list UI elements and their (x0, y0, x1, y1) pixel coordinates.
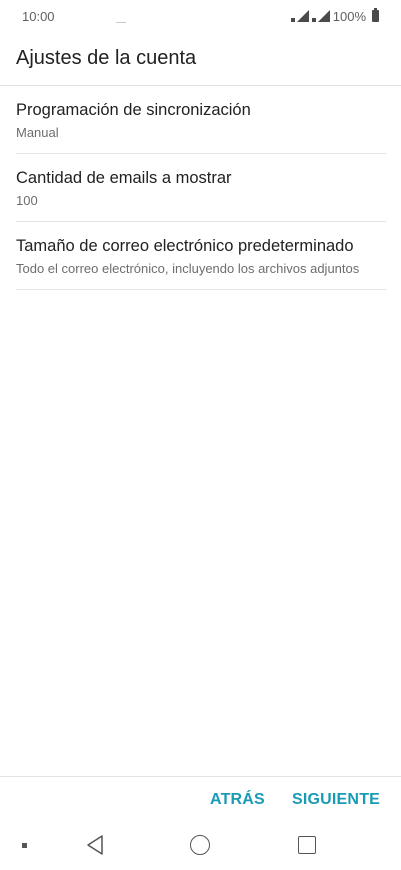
setting-summary: Todo el correo electrónico, incluyendo l… (16, 261, 360, 276)
setting-title: Cantidad de emails a mostrar (16, 169, 232, 187)
settings-list: Programación de sincronización Manual Ca… (16, 86, 386, 290)
setting-sync-schedule[interactable]: Programación de sincronización Manual (16, 86, 386, 154)
status-bar: 10:00 100% (0, 0, 401, 32)
setting-title: Programación de sincronización (16, 101, 251, 119)
action-bar: ATRÁS SIGUIENTE (0, 776, 401, 822)
setting-title: Tamaño de correo electrónico predetermin… (16, 237, 354, 255)
signal-dot-icon (290, 17, 295, 22)
page-title: Ajustes de la cuenta (16, 47, 197, 69)
signal-icon (296, 10, 309, 22)
status-divider (116, 22, 126, 23)
nav-back-icon[interactable] (85, 834, 105, 856)
app-bar: Ajustes de la cuenta (0, 32, 401, 86)
status-time: 10:00 (22, 8, 55, 24)
navigation-bar (0, 822, 401, 870)
battery-icon (372, 8, 379, 22)
setting-summary: Manual (16, 125, 59, 140)
nav-recents-icon[interactable] (298, 836, 316, 854)
setting-email-count[interactable]: Cantidad de emails a mostrar 100 (16, 154, 386, 222)
wifi-dot-icon (311, 17, 316, 22)
setting-default-email-size[interactable]: Tamaño de correo electrónico predetermin… (16, 222, 386, 290)
setting-summary: 100 (16, 193, 38, 208)
nav-home-icon[interactable] (190, 835, 210, 855)
battery-percent: 100% (332, 8, 366, 24)
back-button[interactable]: ATRÁS (210, 791, 265, 809)
wifi-icon (317, 10, 330, 22)
next-button[interactable]: SIGUIENTE (292, 791, 380, 809)
nav-menu-dot-icon (22, 843, 27, 848)
status-icons: 100% (290, 8, 379, 24)
